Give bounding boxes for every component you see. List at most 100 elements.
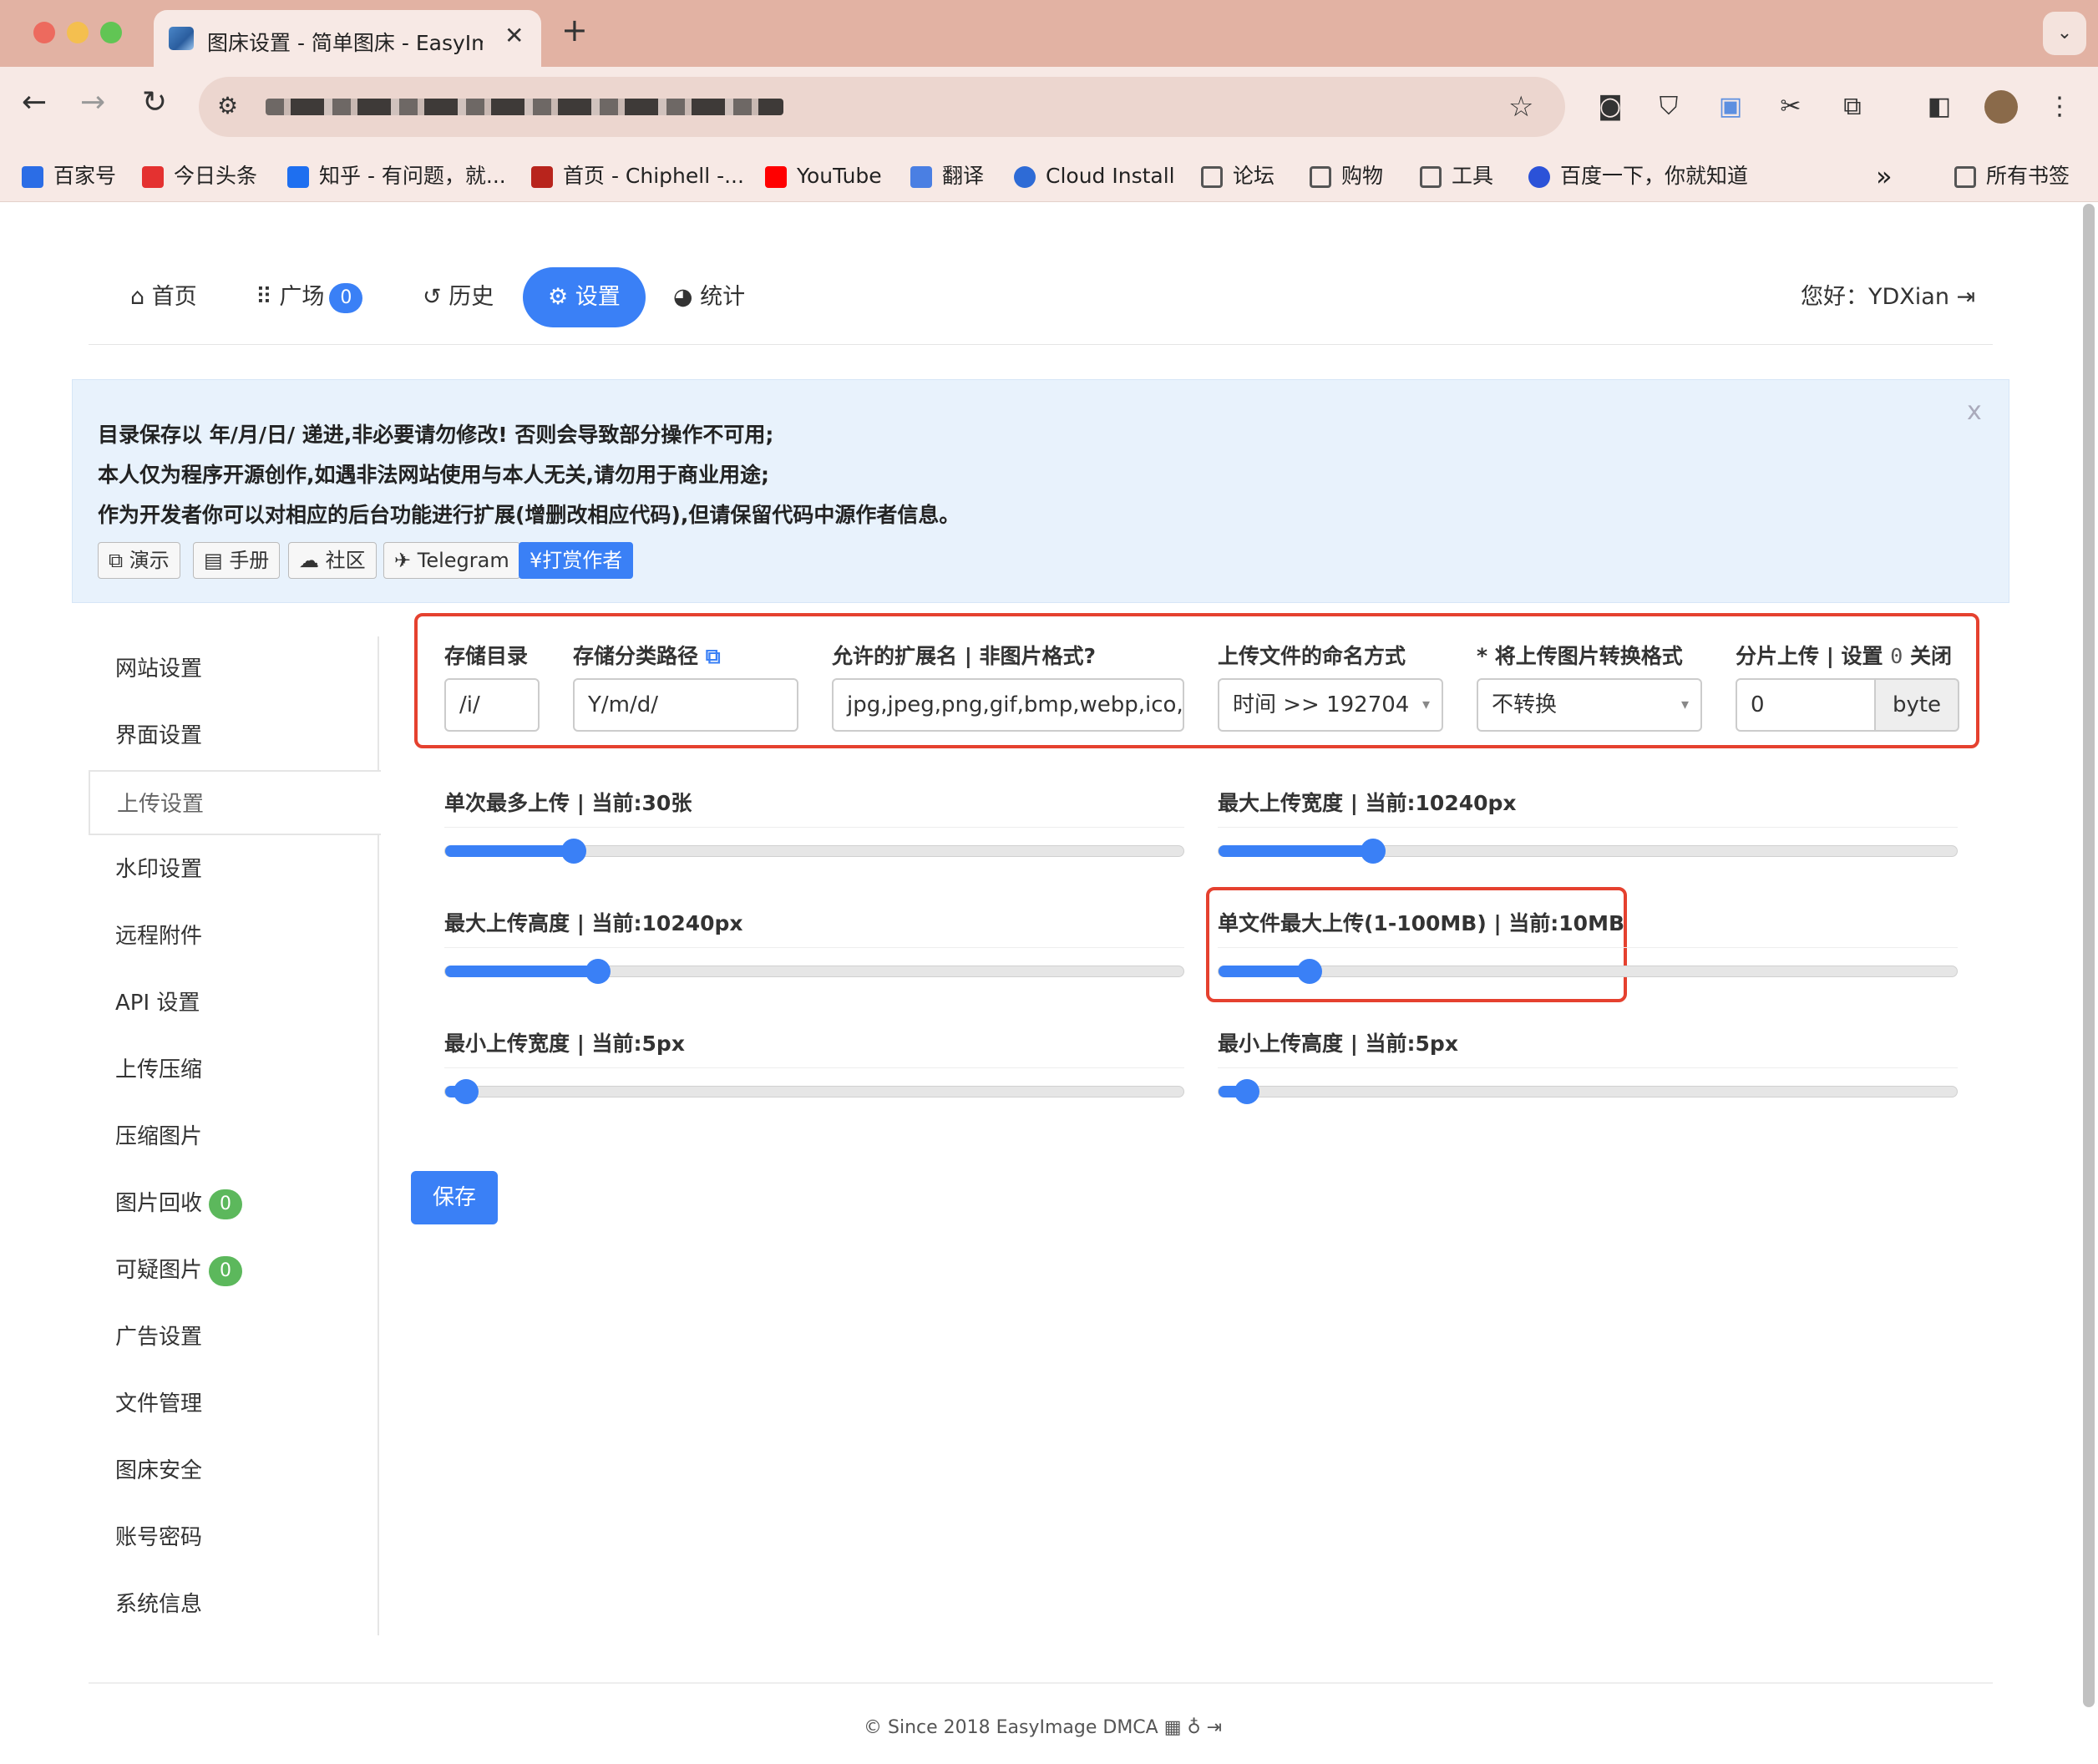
sidebar-item-suspicious[interactable]: 可疑图片 0 xyxy=(89,1238,379,1303)
menu-dots-icon[interactable]: ⋮ xyxy=(2043,90,2076,124)
reload-icon[interactable]: ↻ xyxy=(142,85,167,119)
slider-handle[interactable] xyxy=(453,1079,479,1104)
bookmark-item[interactable]: 百家号 xyxy=(22,150,116,202)
sidebar-item-account[interactable]: 账号密码 xyxy=(89,1505,379,1570)
user-greeting[interactable]: 您好：YDXian ⇥ xyxy=(1801,267,1975,327)
max-width-slider[interactable] xyxy=(1218,839,1958,864)
naming-label: 上传文件的命名方式 xyxy=(1218,644,1406,668)
donate-button[interactable]: ¥打赏作者 xyxy=(519,542,634,579)
notice-alert: 目录保存以 年/月/日/ 递进,非必要请勿修改! 否则会导致部分操作不可用; 本… xyxy=(72,379,2009,603)
max-height-slider[interactable] xyxy=(444,959,1184,984)
bookmark-folder[interactable]: 论坛 xyxy=(1201,150,1275,202)
address-bar[interactable]: ⚙ ☆ xyxy=(199,77,1565,137)
profile-avatar[interactable] xyxy=(1984,90,2018,124)
telegram-button[interactable]: ✈ Telegram xyxy=(383,542,520,579)
gear-icon: ⚙ xyxy=(548,284,575,310)
manual-button[interactable]: ▤ 手册 xyxy=(193,542,281,579)
extensions-puzzle-icon[interactable]: ⧉ xyxy=(1836,90,1869,124)
sidebar-item-watermark[interactable]: 水印设置 xyxy=(89,837,379,902)
pie-chart-icon: ◕ xyxy=(673,284,701,310)
browser-tab-bar: 图床设置 - 简单图床 - EasyImage ✕ + ⌄ xyxy=(0,0,2098,67)
storage-path-input[interactable]: Y/m/d/ xyxy=(573,678,798,732)
max-file-size-slider[interactable] xyxy=(1218,959,1958,984)
demo-button[interactable]: ⧉ 演示 xyxy=(98,542,180,579)
chunk-size-input[interactable]: 0 xyxy=(1736,678,1876,732)
sidebar-item-upload[interactable]: 上传设置 xyxy=(89,770,381,835)
convert-select[interactable]: 不转换 ▾ xyxy=(1477,678,1702,732)
browser-tab[interactable]: 图床设置 - 简单图床 - EasyImage ✕ xyxy=(154,10,541,67)
max-file-size-label: 单文件最大上传(1-100MB) | 当前:10MB xyxy=(1218,911,1625,935)
zhihu-icon xyxy=(287,166,309,188)
naming-select[interactable]: 时间 >> 192704 ▾ xyxy=(1218,678,1443,732)
window-zoom-button[interactable] xyxy=(100,22,122,43)
external-link-icon[interactable]: ⧉ xyxy=(698,644,721,668)
sidebar-item-api[interactable]: API 设置 xyxy=(89,971,379,1036)
bookmark-star-icon[interactable]: ☆ xyxy=(1508,90,1533,124)
extension-translate-icon[interactable]: ▣ xyxy=(1714,90,1747,124)
max-height-label: 最大上传高度 | 当前:10240px xyxy=(444,911,743,935)
nav-stats[interactable]: ◕ 统计 xyxy=(673,267,745,327)
sidebar-item-ui[interactable]: 界面设置 xyxy=(89,703,379,768)
sidebar-item-site[interactable]: 网站设置 xyxy=(89,636,379,702)
sidebar-item-remote[interactable]: 远程附件 xyxy=(89,904,379,969)
forward-arrow-icon[interactable]: → xyxy=(80,85,105,119)
min-height-slider[interactable] xyxy=(1218,1079,1958,1104)
slider-handle[interactable] xyxy=(585,959,611,984)
slider-handle[interactable] xyxy=(560,839,586,864)
sidebar-item-ads[interactable]: 广告设置 xyxy=(89,1305,379,1370)
storage-dir-input[interactable]: /i/ xyxy=(444,678,540,732)
sidebar-item-upload-compress[interactable]: 上传压缩 xyxy=(89,1037,379,1102)
save-button[interactable]: 保存 xyxy=(411,1171,498,1224)
bookmark-folder[interactable]: 购物 xyxy=(1310,150,1383,202)
tab-close-icon[interactable]: ✕ xyxy=(504,22,524,49)
cloud-icon xyxy=(1014,166,1036,188)
max-per-upload-slider[interactable] xyxy=(444,839,1184,864)
sidebar-item-compress-images[interactable]: 压缩图片 xyxy=(89,1104,379,1169)
extensions-label: 允许的扩展名 | 非图片格式? xyxy=(832,644,1097,668)
extensions-input[interactable]: jpg,jpeg,png,gif,bmp,webp,ico,jfif xyxy=(832,678,1184,732)
slider-handle[interactable] xyxy=(1360,839,1386,864)
tab-search-button[interactable]: ⌄ xyxy=(2043,12,2086,55)
community-button[interactable]: ☁ 社区 xyxy=(288,542,377,579)
nav-settings[interactable]: ⚙ 设置 xyxy=(523,267,646,327)
all-bookmarks-folder[interactable]: 所有书签 xyxy=(1954,150,2070,202)
login-icon[interactable]: ⇥ xyxy=(1201,1717,1222,1738)
new-tab-button[interactable]: + xyxy=(561,12,588,48)
bookmark-item[interactable]: 知乎 - 有问题，就... xyxy=(287,150,506,202)
sidebar-item-recycle[interactable]: 图片回收 0 xyxy=(89,1171,379,1236)
sidebar-item-security[interactable]: 图床安全 xyxy=(89,1438,379,1503)
more-bookmarks-button[interactable]: » xyxy=(1876,150,1893,202)
qrcode-icon[interactable]: ▦ xyxy=(1158,1717,1182,1738)
notice-line: 目录保存以 年/月/日/ 递进,非必要请勿修改! 否则会导致部分操作不可用; xyxy=(98,423,774,447)
back-arrow-icon[interactable]: ← xyxy=(22,85,47,119)
sidebar-item-system[interactable]: 系统信息 xyxy=(89,1572,379,1637)
window-minimize-button[interactable] xyxy=(67,22,89,43)
bookmark-item[interactable]: 首页 - Chiphell -... xyxy=(531,150,744,202)
side-panel-icon[interactable]: ◧ xyxy=(1923,90,1956,124)
notice-close-button[interactable]: x xyxy=(1967,397,1982,426)
sidebar-item-files[interactable]: 文件管理 xyxy=(89,1371,379,1437)
bookmark-item[interactable]: Cloud Install xyxy=(1014,150,1175,202)
slider-handle[interactable] xyxy=(1234,1079,1260,1104)
lightbulb-icon[interactable]: ♁ xyxy=(1182,1717,1200,1738)
window-close-button[interactable] xyxy=(33,22,55,43)
bookmark-item[interactable]: YouTube xyxy=(765,150,882,202)
page-scrollbar[interactable] xyxy=(2083,204,2095,1707)
comments-icon: ☁ xyxy=(299,549,326,572)
slider-fill xyxy=(1219,966,1310,977)
bookmark-folder[interactable]: 工具 xyxy=(1420,150,1493,202)
site-info-icon[interactable]: ⚙ xyxy=(217,92,238,119)
bookmark-item[interactable]: 百度一下，你就知道 xyxy=(1528,150,1748,202)
plane-icon: ✈ xyxy=(394,549,418,572)
nav-square[interactable]: ⠿ 广场 0 xyxy=(256,267,363,327)
logout-icon[interactable]: ⇥ xyxy=(1949,284,1976,310)
nav-history[interactable]: ↺ 历史 xyxy=(423,267,494,327)
min-width-slider[interactable] xyxy=(444,1079,1184,1104)
bookmark-item[interactable]: 今日头条 xyxy=(142,150,257,202)
extension-eyes-icon[interactable]: ◙ xyxy=(1594,90,1627,124)
extension-scissors-icon[interactable]: ✂ xyxy=(1774,90,1807,124)
bookmark-item[interactable]: 翻译 xyxy=(910,150,984,202)
extension-shield-icon[interactable]: ⛉ xyxy=(1652,90,1685,124)
slider-handle[interactable] xyxy=(1296,959,1322,984)
nav-home[interactable]: ⌂ 首页 xyxy=(130,267,197,327)
